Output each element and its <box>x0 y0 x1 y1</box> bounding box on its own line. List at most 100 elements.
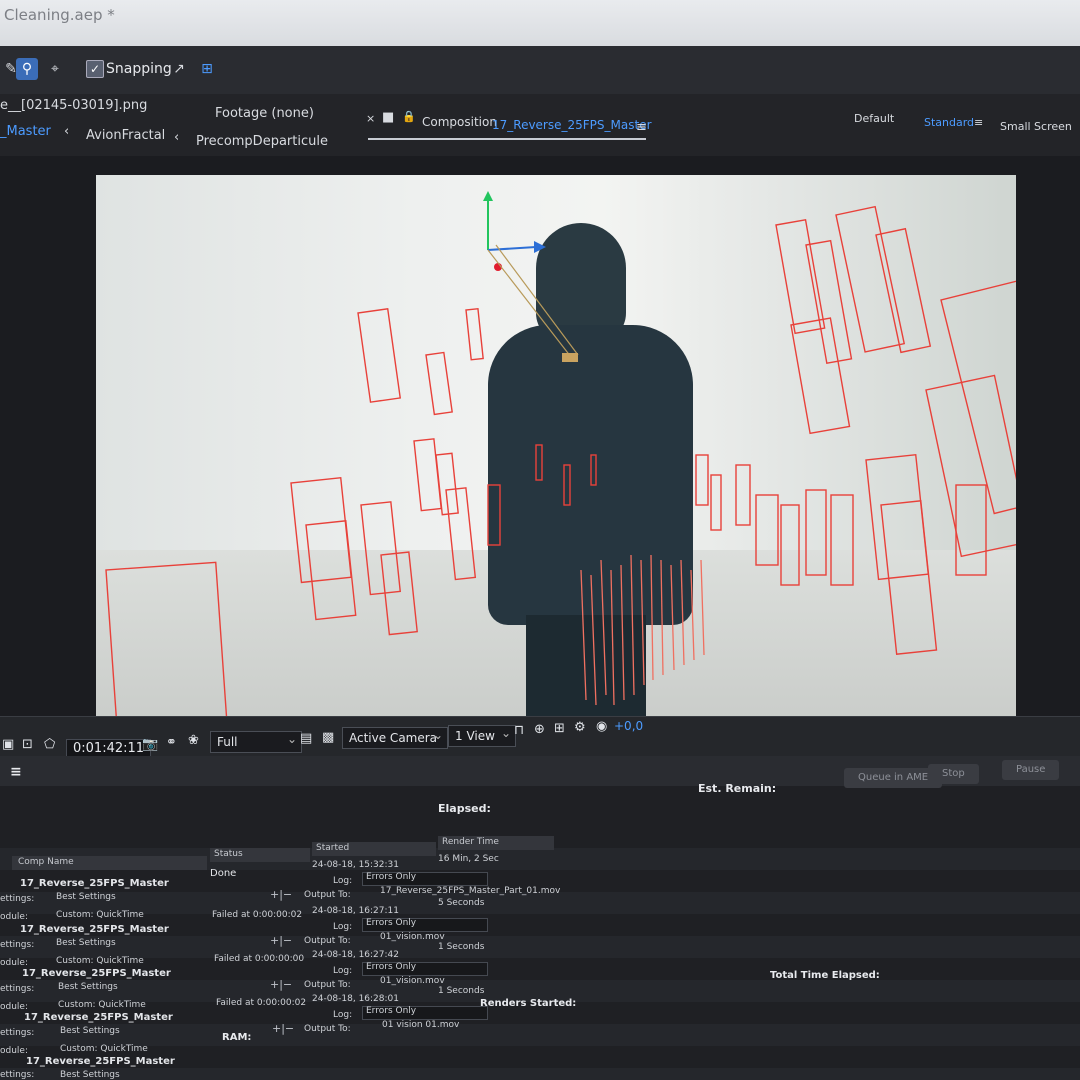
column-comp-name[interactable]: Comp Name <box>18 857 74 867</box>
lock-icon[interactable]: 🔒 <box>402 110 416 123</box>
timeline-icon[interactable]: ⊞ <box>554 721 565 736</box>
snapping-label: Snapping <box>106 61 172 77</box>
camera-dropdown[interactable]: Active Camera <box>342 725 448 749</box>
reset-exposure-icon[interactable]: ◉ <box>596 719 607 734</box>
particle-streaks <box>580 554 705 706</box>
add-output-module-icon[interactable]: +|− <box>270 934 292 947</box>
composition-color-icon: ■ <box>382 110 395 125</box>
toggle-pixel-aspect-icon[interactable]: ⊓ <box>514 723 524 738</box>
exposure-value[interactable]: +0,0 <box>614 719 643 733</box>
item-1-log-value: Errors Only <box>366 872 417 882</box>
workspace-standard[interactable]: Standard <box>924 116 974 129</box>
item-1-output-module[interactable]: Custom: QuickTime <box>56 910 144 920</box>
item-3-status: Failed at 0:00:00:00 <box>214 954 305 964</box>
resolution-value: Full <box>217 735 238 749</box>
item-2-log-label: Log: <box>333 922 353 932</box>
item-1-log-label: Log: <box>333 876 353 886</box>
breadcrumb-chevron-icon: ‹ <box>64 124 70 139</box>
item-4-comp-name[interactable]: 17_Reverse_25FPS_Master <box>24 1012 173 1023</box>
item-3-output-file[interactable]: 01_vision.mov <box>380 976 445 986</box>
close-tab-icon[interactable]: × <box>366 112 375 125</box>
puppet-tool-icon[interactable]: ⚲ <box>16 58 38 80</box>
workspace-menu-icon[interactable]: ≡ <box>974 116 983 129</box>
item-3-log-label: Log: <box>333 966 353 976</box>
est-remain-label: Est. Remain: <box>698 782 777 795</box>
transparency-grid-icon[interactable]: ▩ <box>322 730 334 745</box>
item-4-output-file[interactable]: 01 vision 01.mov <box>382 1020 459 1030</box>
item-1-output-label: Output To: <box>304 890 351 900</box>
item-2-output-file[interactable]: 01_vision.mov <box>380 932 445 942</box>
elapsed-label: Elapsed: <box>438 802 491 815</box>
snapshot-camera-icon[interactable]: 📷 <box>142 737 158 752</box>
footage-file-name: e__[02145-03019].png <box>0 98 148 113</box>
item-3-render-settings[interactable]: Best Settings <box>58 982 118 992</box>
column-status[interactable]: Status <box>214 849 243 859</box>
flowchart-icon[interactable]: ⊕ <box>534 722 545 737</box>
stop-button[interactable]: Stop <box>928 764 979 784</box>
item-2-comp-name[interactable]: 17_Reverse_25FPS_Master <box>20 924 169 935</box>
item-1-comp-name[interactable]: 17_Reverse_25FPS_Master <box>20 878 169 889</box>
resolution-dropdown[interactable]: Full <box>210 729 302 753</box>
item-3-settings-label: ettings: <box>0 984 35 994</box>
tab-footage[interactable]: Footage (none) <box>215 106 314 121</box>
add-output-module-icon[interactable]: +|− <box>270 978 292 991</box>
panel-menu-icon[interactable]: ≡ <box>636 120 647 135</box>
column-render-time[interactable]: Render Time <box>442 837 499 847</box>
tools-toolbar: ✎ ⚲ ⌖ ✓ Snapping ↗ ⊞ <box>0 46 1080 95</box>
snapping-checkbox[interactable]: ✓ <box>86 60 104 78</box>
item-1-output-file[interactable]: 17_Reverse_25FPS_Master_Part_01.mov <box>380 886 560 896</box>
composition-frame[interactable] <box>96 175 1016 730</box>
column-started[interactable]: Started <box>316 843 349 853</box>
snap-options-icon[interactable]: ↗ <box>168 58 190 80</box>
add-output-module-icon[interactable]: +|− <box>272 1022 294 1035</box>
viewer-controls-bar: ▣ ⊡ ⬠ 0:01:42:11 📷 ⚭ ❀ Full ▤ ▩ Active C… <box>0 716 1080 758</box>
item-3-comp-name[interactable]: 17_Reverse_25FPS_Master <box>22 968 171 979</box>
active-tab-underline <box>368 138 646 140</box>
mask-visibility-icon[interactable]: ⬠ <box>44 737 55 752</box>
breadcrumb-precompdeparticule[interactable]: PrecompDeparticule <box>196 134 328 149</box>
item-2-output-label: Output To: <box>304 936 351 946</box>
transform-gizmo[interactable] <box>483 191 579 362</box>
item-3-started: 24-08-18, 16:27:42 <box>312 950 399 960</box>
item-4-output-module[interactable]: Custom: QuickTime <box>60 1044 148 1054</box>
breadcrumb-chevron-icon: ‹ <box>174 130 180 145</box>
item-4-settings-label: ettings: <box>0 1028 35 1038</box>
item-2-render-settings[interactable]: Best Settings <box>56 938 116 948</box>
composition-prefix: Composition <box>422 115 497 129</box>
fit-icon[interactable]: ▣ <box>2 737 14 752</box>
item-4-log-value: Errors Only <box>366 1006 417 1016</box>
item-2-log-value: Errors Only <box>366 918 417 928</box>
workspace-default[interactable]: Default <box>854 112 894 125</box>
item-4-render-time: 1 Seconds <box>438 986 485 996</box>
views-value: 1 View <box>455 729 495 743</box>
item-5-render-settings[interactable]: Best Settings <box>60 1070 120 1080</box>
item-4-module-label: odule: <box>0 1046 28 1056</box>
item-2-output-module[interactable]: Custom: QuickTime <box>56 956 144 966</box>
show-snapshot-icon[interactable]: ⚭ <box>166 735 177 750</box>
item-1-render-settings[interactable]: Best Settings <box>56 892 116 902</box>
breadcrumb-master[interactable]: _Master <box>0 124 51 139</box>
workspace-small-screen[interactable]: Small Screen <box>1000 120 1072 133</box>
item-5-comp-name[interactable]: 17_Reverse_25FPS_Master <box>26 1056 175 1067</box>
add-output-module-icon[interactable]: +|− <box>270 888 292 901</box>
snap-grid-icon[interactable]: ⊞ <box>196 58 218 80</box>
region-of-interest-icon[interactable]: ⊡ <box>22 737 33 752</box>
views-dropdown[interactable]: 1 View <box>448 723 516 747</box>
item-4-render-settings[interactable]: Best Settings <box>60 1026 120 1036</box>
tab-composition[interactable]: 17_Reverse_25FPS_Master <box>492 118 652 132</box>
item-4-log-label: Log: <box>333 1010 353 1020</box>
renders-started-label: Renders Started: <box>480 998 577 1009</box>
fast-previews-icon[interactable]: ▤ <box>300 731 312 746</box>
pause-button[interactable]: Pause <box>1002 760 1060 780</box>
breadcrumb-avionfractal[interactable]: AvionFractal <box>86 128 165 143</box>
item-4-output-label: Output To: <box>304 1024 351 1034</box>
render-queue-panel: ≡ Elapsed: Est. Remain: Queue in AME Sto… <box>0 756 1080 1080</box>
panel-menu-icon[interactable]: ≡ <box>10 764 22 780</box>
particle-wireframe-overlay <box>105 191 1016 726</box>
composition-flowchart-icon[interactable]: ⚙ <box>574 720 586 735</box>
color-channels-icon[interactable]: ❀ <box>188 733 199 748</box>
item-3-output-module[interactable]: Custom: QuickTime <box>58 1000 146 1010</box>
total-time-elapsed-label: Total Time Elapsed: <box>770 970 880 981</box>
window-title-bar: Cleaning.aep * <box>0 0 1080 46</box>
pin-tool-icon[interactable]: ⌖ <box>44 58 66 80</box>
